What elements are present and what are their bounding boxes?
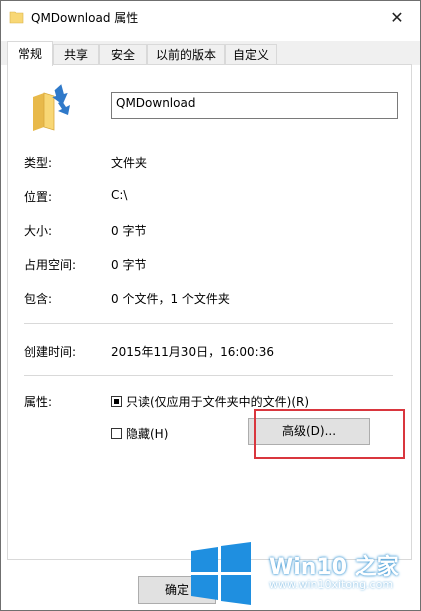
size-on-disk-value: 0 字节 <box>111 258 147 272</box>
size-label: 大小: <box>24 224 53 238</box>
tab-security[interactable]: 安全 <box>99 44 147 64</box>
created-label: 创建时间: <box>24 345 77 359</box>
folder-icon <box>9 9 25 28</box>
divider <box>24 323 393 324</box>
created-value: 2015年11月30日，16:00:36 <box>111 345 274 359</box>
readonly-label[interactable]: 只读(仅应用于文件夹中的文件)(R) <box>126 393 309 410</box>
divider <box>24 375 393 376</box>
general-panel: QMDownload 类型: 文件夹 位置: C:\ 大小: 0 字节 占用空间… <box>7 64 412 560</box>
type-label: 类型: <box>24 156 53 170</box>
tab-bar: 常规 共享 安全 以前的版本 自定义 <box>1 41 420 66</box>
contains-value: 0 个文件，1 个文件夹 <box>111 292 230 306</box>
tab-previous-versions[interactable]: 以前的版本 <box>147 44 225 64</box>
window-title: QMDownload 属性 <box>31 11 139 25</box>
type-value: 文件夹 <box>111 156 148 170</box>
size-value: 0 字节 <box>111 224 147 238</box>
contains-label: 包含: <box>24 292 53 306</box>
title-bar[interactable]: QMDownload 属性 ✕ <box>1 1 420 33</box>
tab-general[interactable]: 常规 <box>7 41 53 66</box>
folder-name-input[interactable]: QMDownload <box>111 92 398 119</box>
watermark-brand: Win10 之家 <box>269 555 399 580</box>
highlight-box <box>254 409 405 459</box>
attributes-label: 属性: <box>24 395 53 409</box>
hidden-label[interactable]: 隐藏(H) <box>126 425 168 442</box>
properties-window: QMDownload 属性 ✕ 常规 共享 安全 以前的版本 自定义 QMDow… <box>0 0 421 611</box>
watermark-url: www.win10xitong.com <box>269 578 394 591</box>
location-value: C:\ <box>111 188 128 202</box>
hidden-checkbox[interactable] <box>111 428 122 439</box>
size-on-disk-label: 占用空间: <box>24 258 77 272</box>
close-button[interactable]: ✕ <box>374 1 420 33</box>
indeterminate-mark <box>114 399 119 404</box>
tab-sharing[interactable]: 共享 <box>53 44 99 64</box>
location-label: 位置: <box>24 190 53 204</box>
tab-customize[interactable]: 自定义 <box>225 44 277 64</box>
folder-icon <box>30 83 76 136</box>
readonly-checkbox[interactable] <box>111 396 122 407</box>
